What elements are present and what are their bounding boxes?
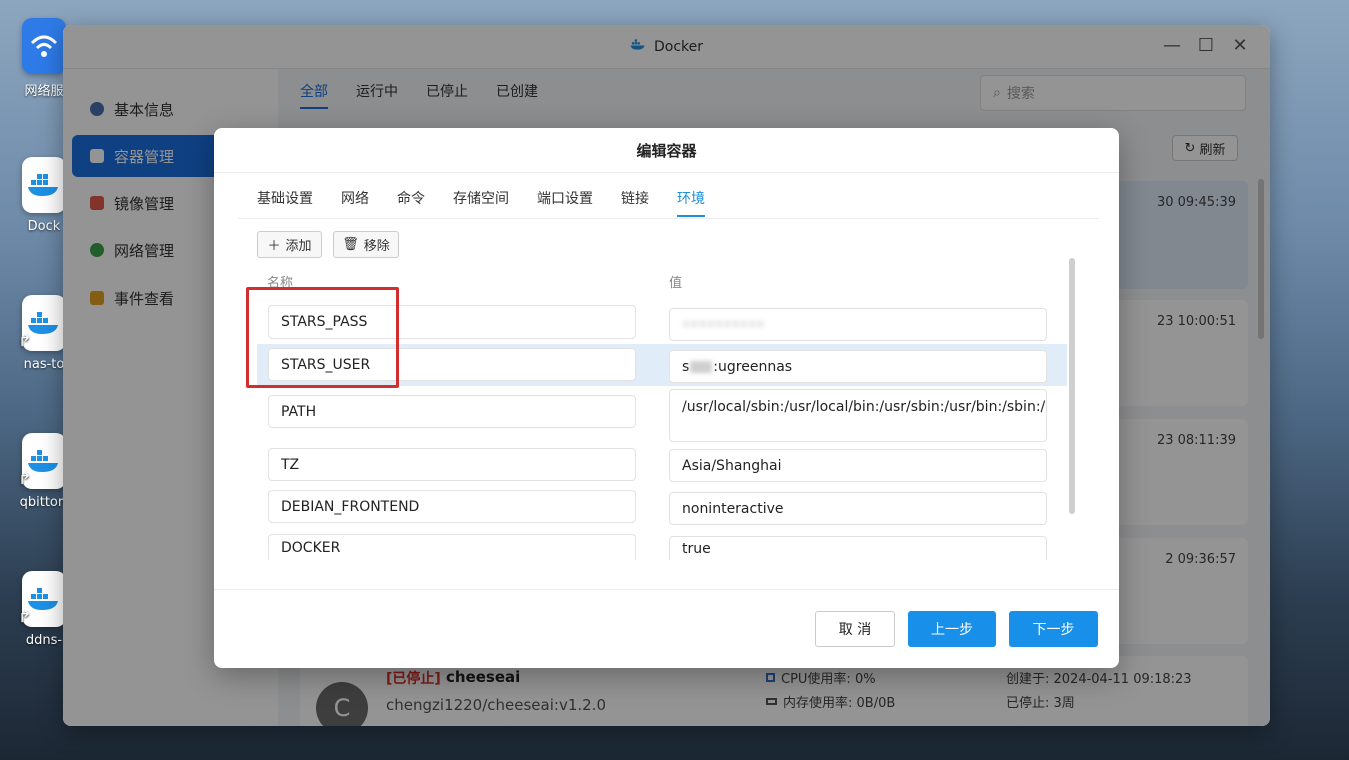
trash-icon: 🗑 [342,237,359,252]
plus-icon: ＋ [267,239,281,254]
env-value-field[interactable]: true [669,536,1047,560]
env-value-field[interactable]: •••••••••• [669,308,1047,341]
remove-label: 移除 [363,239,390,254]
env-value-field[interactable]: /usr/local/sbin:/usr/local/bin:/usr/sbin… [669,389,1047,442]
highlight-annotation-box [246,287,399,388]
env-value-blurred: •••••••••• [682,316,765,333]
tab-basic-settings[interactable]: 基础设置 [257,188,313,217]
tab-network[interactable]: 网络 [341,188,369,217]
tab-command[interactable]: 命令 [397,188,425,217]
edit-container-dialog: 编辑容器 基础设置 网络 命令 存储空间 端口设置 链接 环境 ＋ 添加 🗑 移… [214,128,1119,668]
env-list-scrollbar[interactable] [1069,258,1075,514]
env-name-field[interactable]: DOCKER [268,534,636,560]
env-name-field[interactable]: PATH [268,395,636,428]
redacted-block [690,360,713,373]
divider [214,172,1119,173]
env-value-field[interactable]: s :ugreennas [669,350,1047,383]
env-value-field[interactable]: Asia/Shanghai [669,449,1047,482]
column-header-value: 值 [669,276,683,291]
tab-port-settings[interactable]: 端口设置 [537,188,593,217]
dialog-title: 编辑容器 [636,142,697,160]
remove-button[interactable]: 🗑 移除 [333,231,399,258]
network-service-icon [22,18,66,74]
env-name-field[interactable]: TZ [268,448,636,481]
dialog-tabs: 基础设置 网络 命令 存储空间 端口设置 链接 环境 [257,188,705,217]
tab-links[interactable]: 链接 [621,188,649,217]
add-label: 添加 [285,239,312,254]
tab-environment[interactable]: 环境 [677,188,705,217]
previous-step-button[interactable]: 上一步 [908,611,996,647]
docker-icon [22,157,66,213]
add-button[interactable]: ＋ 添加 [257,231,322,258]
env-value-field[interactable]: noninteractive [669,492,1047,525]
shortcut-arrow-icon: ↱ [18,607,32,626]
shortcut-arrow-icon: ↱ [18,469,32,488]
divider [238,218,1099,219]
tab-storage[interactable]: 存储空间 [453,188,509,217]
cancel-button[interactable]: 取 消 [815,611,895,647]
shortcut-arrow-icon: ↱ [18,331,32,350]
next-step-button[interactable]: 下一步 [1009,611,1098,647]
env-value-prefix: s [682,358,690,375]
env-name-field[interactable]: DEBIAN_FRONTEND [268,490,636,523]
divider [214,589,1119,590]
env-value-suffix: :ugreennas [713,358,793,375]
